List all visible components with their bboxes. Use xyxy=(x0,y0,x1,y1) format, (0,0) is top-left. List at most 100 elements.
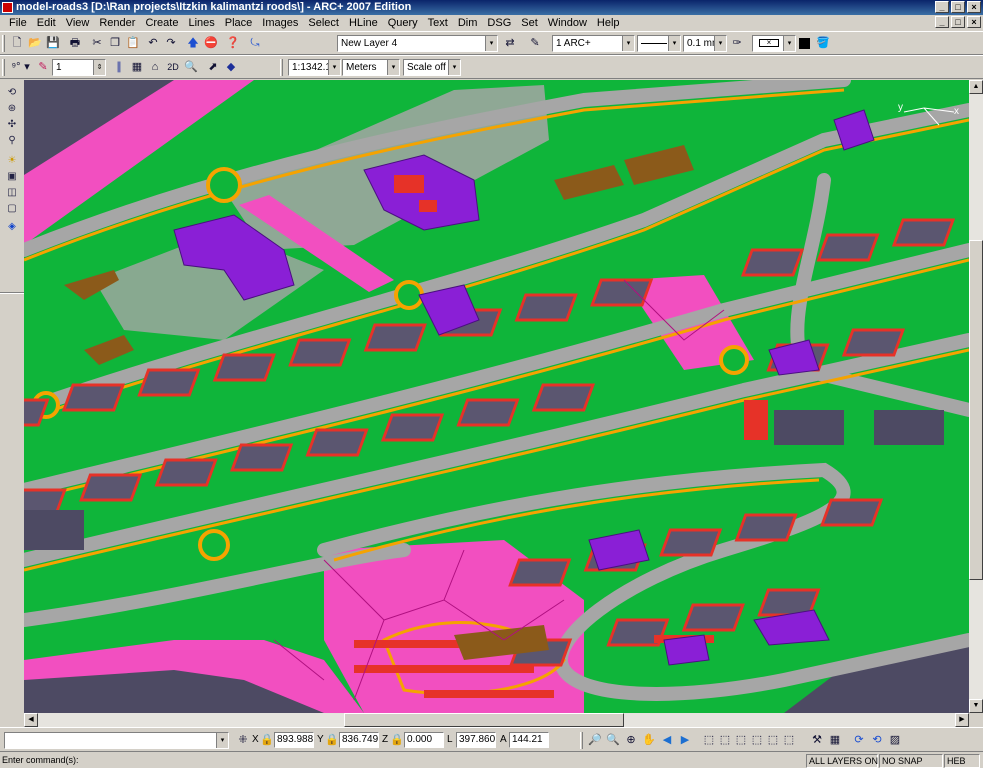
render-view-icon[interactable]: ▨ xyxy=(886,732,904,749)
help-icon[interactable]: ❓ xyxy=(224,35,242,52)
rotate-view-icon[interactable]: ⟲ xyxy=(4,86,20,100)
cut-icon[interactable]: ✂ xyxy=(88,35,106,52)
menu-edit[interactable]: Edit xyxy=(32,17,61,29)
toolbar-grip[interactable] xyxy=(280,59,283,76)
menu-select[interactable]: Select xyxy=(303,17,344,29)
z-coordinate-field[interactable]: 0.000 xyxy=(404,732,444,748)
menu-query[interactable]: Query xyxy=(383,17,423,29)
previous-view-icon[interactable]: ◀ xyxy=(658,732,676,749)
save-icon[interactable]: 💾 xyxy=(44,35,62,52)
doc-restore-button[interactable]: □ xyxy=(951,16,965,28)
horizontal-scroll-thumb[interactable] xyxy=(344,713,624,727)
lock-z-icon[interactable]: 🔒 xyxy=(390,732,404,749)
snap-toggle-icon[interactable]: ⁜ xyxy=(234,732,252,749)
menu-create[interactable]: Create xyxy=(140,17,183,29)
menu-images[interactable]: Images xyxy=(257,17,303,29)
layers-status[interactable]: ALL LAYERS ON xyxy=(806,754,878,768)
columns-icon[interactable]: ∥ xyxy=(110,59,128,76)
up-arrow-icon[interactable]: 🡅 xyxy=(184,35,202,52)
plan-icon[interactable]: ▣ xyxy=(4,170,20,184)
hatch-select[interactable]: × ▾ xyxy=(752,35,796,52)
render-icon[interactable]: ◈ xyxy=(4,220,20,234)
horizontal-scrollbar[interactable]: ◀ ▶ xyxy=(24,713,969,727)
pan-icon[interactable]: ✋ xyxy=(640,732,658,749)
minimize-button[interactable]: _ xyxy=(935,1,949,13)
chevron-down-icon[interactable]: ▾ xyxy=(714,36,726,51)
zoom-in-icon[interactable]: 🔎 xyxy=(586,732,604,749)
vertical-scroll-thumb[interactable] xyxy=(969,240,983,580)
layer-action-icon[interactable]: ⇄ xyxy=(501,35,519,52)
angle-field[interactable]: 144.21 xyxy=(509,732,549,748)
menu-hline[interactable]: HLine xyxy=(344,17,383,29)
measure-icon[interactable]: ⚒ xyxy=(808,732,826,749)
maximize-button[interactable]: □ xyxy=(951,1,965,13)
drawing-viewport[interactable]: y x xyxy=(24,80,969,713)
new-file-icon[interactable]: 🗋 xyxy=(8,35,26,52)
2d-view-icon[interactable]: 2D xyxy=(164,59,182,76)
rotate-ccw-icon[interactable]: ⟲ xyxy=(868,732,886,749)
fly-icon[interactable]: ⚲ xyxy=(4,134,20,148)
line-style-select[interactable]: ▾ xyxy=(637,35,681,52)
grid-snap-icon[interactable]: ▦ xyxy=(826,732,844,749)
menu-text[interactable]: Text xyxy=(423,17,453,29)
grid-icon[interactable]: ▦ xyxy=(128,59,146,76)
menu-place[interactable]: Place xyxy=(220,17,258,29)
y-coordinate-field[interactable]: 836.749 xyxy=(339,732,379,748)
building-icon[interactable]: ⌂ xyxy=(146,59,164,76)
menu-window[interactable]: Window xyxy=(543,17,592,29)
menu-render[interactable]: Render xyxy=(94,17,140,29)
menu-help[interactable]: Help xyxy=(592,17,625,29)
scroll-right-icon[interactable]: ▶ xyxy=(955,713,969,727)
print-icon[interactable]: 🖶 xyxy=(66,35,84,52)
pencil-icon[interactable]: ✎ xyxy=(34,59,52,76)
menu-dsg[interactable]: DSG xyxy=(482,17,516,29)
scale-mode-select[interactable]: Scale off ▾ xyxy=(403,59,461,76)
copy-icon[interactable]: ❐ xyxy=(106,35,124,52)
zoom-window-icon[interactable]: ⊕ xyxy=(622,732,640,749)
open-folder-icon[interactable]: 📂 xyxy=(26,35,44,52)
redo-icon[interactable]: ↷ xyxy=(162,35,180,52)
undo-icon[interactable]: ↶ xyxy=(144,35,162,52)
section-icon[interactable]: ◫ xyxy=(4,186,20,200)
scroll-left-icon[interactable]: ◀ xyxy=(24,713,38,727)
line-width-select[interactable]: 0.1 mm ▾ xyxy=(683,35,727,52)
color-swatch[interactable] xyxy=(799,38,810,49)
toolbar-grip[interactable] xyxy=(2,59,5,76)
frame-icon[interactable]: ▢ xyxy=(4,202,20,216)
menu-set[interactable]: Set xyxy=(516,17,543,29)
chevron-down-icon[interactable]: ▾ xyxy=(622,36,634,51)
chevron-down-icon[interactable]: ▾ xyxy=(485,36,497,51)
sun-icon[interactable]: ☀ xyxy=(4,154,20,168)
pick-layer-icon[interactable]: ✎ xyxy=(526,35,544,52)
menu-file[interactable]: File xyxy=(4,17,32,29)
units-select[interactable]: Meters ▾ xyxy=(342,59,400,76)
chevron-down-icon[interactable]: ▾ xyxy=(22,59,32,76)
view-iso-icon[interactable]: ⬚ xyxy=(780,732,798,749)
scroll-up-icon[interactable]: ▲ xyxy=(969,80,983,94)
layer-name-field[interactable]: New Layer 4 ▾ xyxy=(337,35,498,52)
doc-close-button[interactable]: × xyxy=(967,16,981,28)
chevron-down-icon[interactable]: ▾ xyxy=(328,60,340,75)
walk-icon[interactable]: ✣ xyxy=(4,118,20,132)
length-field[interactable]: 397.860 xyxy=(456,732,496,748)
toolbar-grip[interactable] xyxy=(580,732,583,749)
object-layer-select[interactable]: 1 ARC+ ▾ xyxy=(552,35,635,52)
menu-view[interactable]: View xyxy=(61,17,95,29)
chevron-down-icon[interactable]: ▾ xyxy=(216,733,228,748)
zoom-out-icon[interactable]: 🔍 xyxy=(604,732,622,749)
scroll-down-icon[interactable]: ▼ xyxy=(969,699,983,713)
tool-icon[interactable]: ⬈ xyxy=(204,59,222,76)
chevron-down-icon[interactable]: ▾ xyxy=(387,60,399,75)
doc-minimize-button[interactable]: _ xyxy=(935,16,949,28)
step-input[interactable]: 1 ⇕ xyxy=(52,59,106,76)
lock-y-icon[interactable]: 🔒 xyxy=(325,732,339,749)
orbit-icon[interactable]: ⊛ xyxy=(4,102,20,116)
zoom-icon[interactable]: 🔍 xyxy=(182,59,200,76)
next-view-icon[interactable]: ▶ xyxy=(676,732,694,749)
pen-icon[interactable]: ✑ xyxy=(728,35,746,52)
paste-icon[interactable]: 📋 xyxy=(124,35,142,52)
x-coordinate-field[interactable]: 893.988 xyxy=(274,732,314,748)
close-button[interactable]: × xyxy=(967,1,981,13)
fill-bucket-icon[interactable]: 🪣 xyxy=(814,35,832,52)
chevron-down-icon[interactable]: ▾ xyxy=(783,36,795,51)
